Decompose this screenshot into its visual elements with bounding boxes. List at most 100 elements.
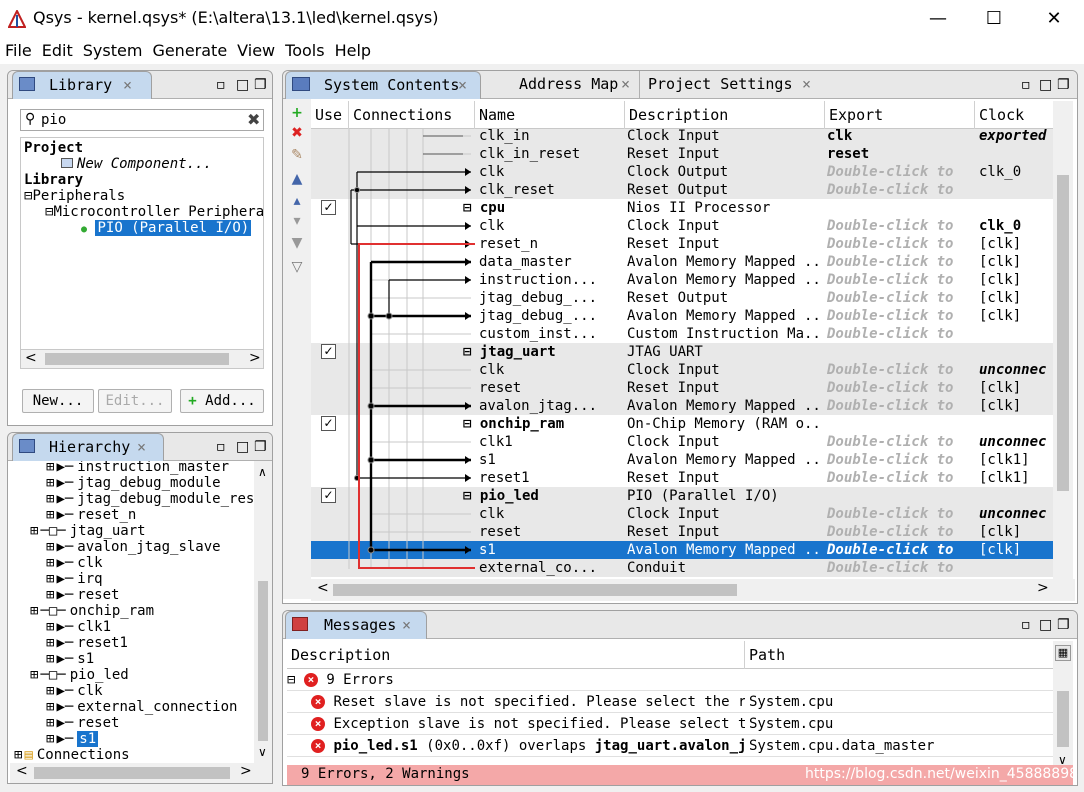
clock-cell[interactable] [979, 325, 1053, 343]
export-cell[interactable]: Double-click to [827, 469, 973, 487]
expand-icon[interactable]: ⊞ [46, 587, 54, 603]
export-cell[interactable]: Double-click to [827, 559, 973, 577]
msg-row[interactable]: × pio_led.s1 (0x0..0xf) overlaps jtag_ua… [287, 735, 1053, 757]
export-cell[interactable]: Double-click to [827, 523, 973, 541]
export-cell[interactable]: Double-click to [827, 541, 973, 559]
export-cell[interactable] [827, 343, 973, 361]
clock-cell[interactable] [979, 559, 1053, 577]
clock-cell[interactable]: clk_0 [979, 217, 1053, 235]
tree-pio[interactable]: ● PIO (Parallel I/O) [81, 220, 252, 236]
col-name-header[interactable]: Name [475, 101, 625, 129]
clock-cell[interactable]: [clk] [979, 271, 1053, 289]
export-cell[interactable]: Double-click to [827, 217, 973, 235]
menu-help[interactable]: Help [335, 38, 371, 64]
clock-cell[interactable]: [clk] [979, 253, 1053, 271]
system-vscrollbar[interactable] [1053, 101, 1073, 579]
close-tab-icon[interactable]: × [458, 72, 467, 99]
hierarchy-item[interactable]: ⊞ ▶─ reset_n [46, 507, 136, 523]
clock-cell[interactable]: unconnec [979, 361, 1053, 379]
hierarchy-item[interactable]: ⊞ ▶─ jtag_debug_module [46, 475, 221, 491]
expand-icon[interactable]: ⊞ [30, 523, 38, 539]
tab-address-map[interactable]: Address Map × [509, 71, 639, 99]
expand-icon[interactable]: ⊞ [46, 555, 54, 571]
clock-cell[interactable]: [clk] [979, 307, 1053, 325]
hierarchy-vscrollbar[interactable]: ∧ ∨ [254, 461, 272, 763]
move-up-icon[interactable]: ▴ [289, 193, 305, 209]
system-hscrollbar[interactable]: < > [311, 579, 1075, 601]
maximize-button[interactable]: ☐ [968, 0, 1020, 38]
expand-icon[interactable]: ⊞ [46, 651, 54, 667]
hierarchy-item[interactable]: ⊞ ▶─ clk [46, 683, 103, 699]
expand-icon[interactable]: ⊞ [46, 715, 54, 731]
clock-cell[interactable] [979, 145, 1053, 163]
close-button[interactable]: ✕ [1028, 0, 1080, 38]
hierarchy-item[interactable]: ⊞ ▶─ instruction_master [46, 461, 229, 475]
filter-icon[interactable]: ▽ [289, 259, 305, 275]
export-cell[interactable]: Double-click to [827, 289, 973, 307]
col-export-header[interactable]: Export [825, 101, 975, 129]
hierarchy-item[interactable]: ⊞ ▶─ reset1 [46, 635, 128, 651]
tab-project-settings[interactable]: Project Settings × [639, 71, 821, 99]
hierarchy-item[interactable]: ⊞ ▶─ irq [46, 571, 103, 587]
minimize-view-icon[interactable]: ▫ [1021, 77, 1031, 93]
expand-icon[interactable]: ⊞ [46, 699, 54, 715]
move-down-icon[interactable]: ▾ [289, 213, 305, 229]
tab-hierarchy[interactable]: Hierarchy × [12, 433, 164, 461]
clock-cell[interactable] [979, 343, 1053, 361]
clock-cell[interactable]: [clk] [979, 235, 1053, 253]
menu-system[interactable]: System [83, 38, 143, 64]
clock-cell[interactable] [979, 181, 1053, 199]
expand-icon[interactable]: ⊞ [46, 507, 54, 523]
hierarchy-item[interactable]: ⊞ ─□─ onchip_ram [30, 603, 154, 619]
hierarchy-item[interactable]: ⊞ ▶─ reset [46, 715, 119, 731]
clear-search-icon[interactable]: ✖ [247, 110, 260, 129]
tree-microcontroller[interactable]: ⊟Microcontroller Peripherals [45, 204, 263, 220]
msg-row[interactable]: × Exception slave is not specified. Plea… [287, 713, 1053, 735]
menu-tools[interactable]: Tools [285, 38, 324, 64]
hierarchy-item[interactable]: ⊞ ▶─ reset [46, 587, 119, 603]
maximize-view-icon[interactable]: □ [1039, 77, 1052, 93]
edit-button[interactable]: Edit... [98, 389, 172, 413]
messages-vscrollbar[interactable]: ▦ ∨ [1053, 641, 1073, 771]
hierarchy-item[interactable]: ⊞ ▶─ s1 [46, 731, 99, 747]
new-button[interactable]: New... [22, 389, 94, 413]
clock-cell[interactable]: [clk] [979, 541, 1053, 559]
msg-row[interactable]: × Reset slave is not specified. Please s… [287, 691, 1053, 713]
minimize-view-icon[interactable]: ▫ [1021, 617, 1031, 633]
remove-icon[interactable]: ✖ [289, 125, 305, 141]
scroll-up-icon[interactable]: ∧ [258, 465, 267, 479]
move-bottom-icon[interactable]: ▼ [289, 235, 305, 251]
msg-description-header[interactable]: Description [287, 641, 745, 669]
expand-icon[interactable]: ⊞ [46, 635, 54, 651]
restore-view-icon[interactable]: ❐ [1057, 77, 1070, 93]
scroll-left-icon[interactable]: < [16, 763, 28, 779]
column-chooser-icon[interactable]: ▦ [1055, 645, 1071, 661]
export-cell[interactable]: Double-click to [827, 307, 973, 325]
restore-view-icon[interactable]: ❐ [254, 77, 267, 93]
expand-icon[interactable]: ⊞ [30, 667, 38, 683]
scroll-right-icon[interactable]: > [1037, 580, 1049, 596]
hierarchy-item[interactable]: ⊞ ▶─ s1 [46, 651, 94, 667]
export-cell[interactable] [827, 487, 973, 505]
msg-path-header[interactable]: Path [745, 641, 1053, 669]
export-cell[interactable]: Double-click to [827, 397, 973, 415]
clock-cell[interactable]: [clk1] [979, 469, 1053, 487]
close-tab-icon[interactable]: × [802, 71, 811, 98]
menu-generate[interactable]: Generate [152, 38, 227, 64]
expand-icon[interactable]: ⊞ [46, 683, 54, 699]
clock-cell[interactable]: [clk] [979, 379, 1053, 397]
export-cell[interactable]: Double-click to [827, 163, 973, 181]
scroll-left-icon[interactable]: < [25, 350, 37, 366]
scroll-right-icon[interactable]: > [249, 350, 261, 366]
export-cell[interactable]: Double-click to [827, 379, 973, 397]
clock-cell[interactable] [979, 415, 1053, 433]
minimize-view-icon[interactable]: ▫ [216, 439, 226, 455]
hierarchy-item[interactable]: ⊞ ─□─ jtag_uart [30, 523, 146, 539]
expand-icon[interactable]: ⊞ [46, 539, 54, 555]
connections-graph[interactable] [311, 129, 475, 579]
export-cell[interactable]: reset [827, 145, 973, 163]
expand-icon[interactable]: ⊞ [46, 461, 54, 475]
export-cell[interactable]: Double-click to [827, 505, 973, 523]
export-cell[interactable] [827, 415, 973, 433]
close-tab-icon[interactable]: × [621, 71, 630, 98]
